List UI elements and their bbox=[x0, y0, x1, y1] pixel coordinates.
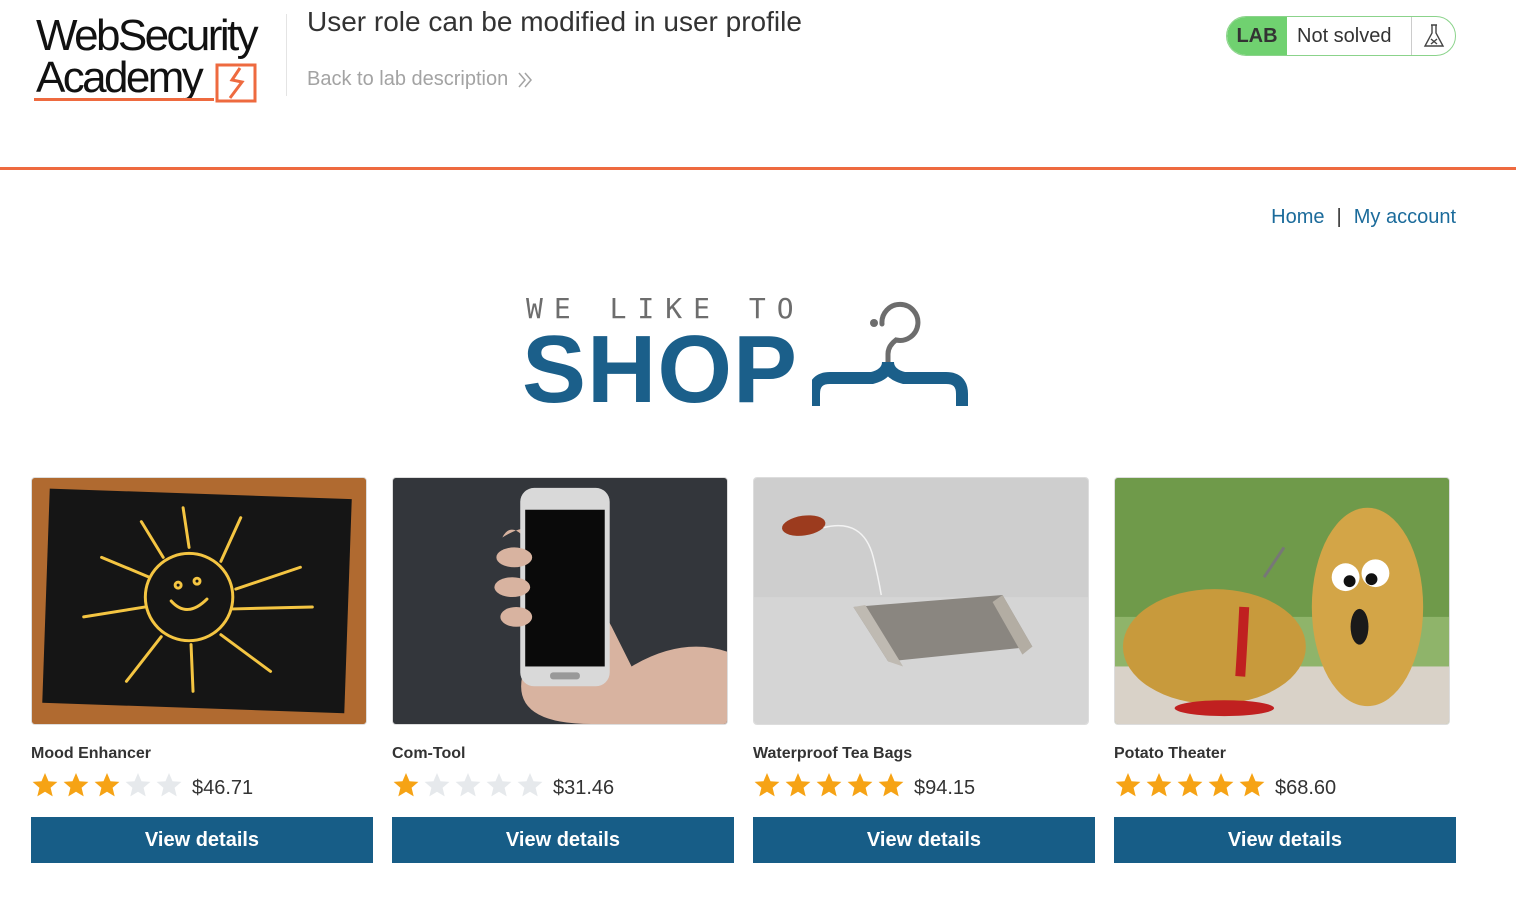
double-chevron-right-icon bbox=[518, 72, 533, 87]
sun-chalkboard-image bbox=[32, 478, 366, 724]
web-security-academy-logo[interactable]: WebSecurity Academy bbox=[32, 12, 284, 108]
star-filled-icon bbox=[878, 773, 904, 797]
potatoes-image bbox=[1115, 478, 1449, 724]
product-card: Waterproof Tea Bags $94.15 View details bbox=[753, 477, 1095, 863]
product-price: $68.60 bbox=[1275, 776, 1337, 799]
product-name: Potato Theater bbox=[1114, 745, 1227, 762]
product-card: Potato Theater $68.60 View details bbox=[1114, 477, 1456, 863]
view-details-button[interactable]: View details bbox=[753, 817, 1095, 863]
star-filled-icon bbox=[785, 773, 811, 797]
back-to-lab-description-link[interactable]: Back to lab description bbox=[307, 68, 534, 91]
product-card: Mood Enhancer $46.71 View details bbox=[31, 477, 373, 863]
star-empty-icon bbox=[517, 773, 543, 797]
tea-bag-image bbox=[754, 478, 1088, 724]
logo-underline bbox=[34, 98, 214, 101]
logo-text-line1: WebSecurity bbox=[36, 11, 259, 60]
nav-my-account-link[interactable]: My account bbox=[1354, 206, 1456, 229]
nav-separator: | bbox=[1336, 206, 1342, 228]
product-image[interactable] bbox=[392, 477, 728, 725]
nav-home-link[interactable]: Home bbox=[1271, 206, 1324, 229]
flask-icon bbox=[1411, 17, 1455, 55]
shop-banner: WE LIKE TO SHOP bbox=[522, 292, 972, 422]
lab-status-text: Not solved bbox=[1297, 24, 1392, 47]
star-filled-icon bbox=[32, 773, 58, 797]
top-navigation: Home | My account bbox=[1271, 206, 1456, 229]
lab-header: WebSecurity Academy User role can be mod… bbox=[0, 0, 1516, 170]
clothes-hanger-icon bbox=[812, 301, 968, 406]
star-filled-icon bbox=[1146, 773, 1172, 797]
star-filled-icon bbox=[1208, 773, 1234, 797]
product-rating-row: $68.60 bbox=[1114, 769, 1456, 801]
star-filled-icon bbox=[63, 773, 89, 797]
lab-badge: LAB bbox=[1227, 17, 1287, 55]
product-rating-row: $31.46 bbox=[392, 769, 734, 801]
view-details-button[interactable]: View details bbox=[31, 817, 373, 863]
star-rating bbox=[1114, 771, 1266, 799]
banner-title: SHOP bbox=[522, 316, 799, 423]
hand-phone-image bbox=[393, 478, 727, 724]
star-empty-icon bbox=[455, 773, 481, 797]
product-name: Com-Tool bbox=[392, 745, 466, 762]
product-rating-row: $46.71 bbox=[31, 769, 373, 801]
product-card: Com-Tool $31.46 View details bbox=[392, 477, 734, 863]
header-divider bbox=[286, 14, 287, 96]
logo-bolt-icon bbox=[215, 63, 257, 103]
star-rating bbox=[392, 771, 544, 799]
star-filled-icon bbox=[393, 773, 419, 797]
star-filled-icon bbox=[94, 773, 120, 797]
star-rating bbox=[31, 771, 183, 799]
product-price: $94.15 bbox=[914, 776, 976, 799]
product-price: $31.46 bbox=[553, 776, 615, 799]
product-name: Waterproof Tea Bags bbox=[753, 745, 913, 762]
view-details-button[interactable]: View details bbox=[1114, 817, 1456, 863]
star-rating bbox=[753, 771, 905, 799]
star-empty-icon bbox=[125, 773, 151, 797]
star-filled-icon bbox=[754, 773, 780, 797]
star-filled-icon bbox=[1115, 773, 1141, 797]
star-filled-icon bbox=[1177, 773, 1203, 797]
star-filled-icon bbox=[847, 773, 873, 797]
product-name: Mood Enhancer bbox=[31, 745, 152, 762]
product-image[interactable] bbox=[753, 477, 1089, 725]
star-empty-icon bbox=[486, 773, 512, 797]
star-filled-icon bbox=[1239, 773, 1265, 797]
star-empty-icon bbox=[424, 773, 450, 797]
back-link-label: Back to lab description bbox=[307, 68, 509, 90]
star-filled-icon bbox=[816, 773, 842, 797]
product-grid: Mood Enhancer $46.71 View details Com-To… bbox=[31, 477, 1457, 877]
view-details-button[interactable]: View details bbox=[392, 817, 734, 863]
logo-text-line2: Academy bbox=[36, 53, 204, 102]
lab-title: User role can be modified in user profil… bbox=[307, 6, 802, 37]
product-price: $46.71 bbox=[192, 776, 254, 799]
lab-status-widget: LAB Not solved bbox=[1226, 16, 1456, 56]
product-image[interactable] bbox=[1114, 477, 1450, 725]
star-empty-icon bbox=[156, 773, 182, 797]
product-rating-row: $94.15 bbox=[753, 769, 1095, 801]
product-image[interactable] bbox=[31, 477, 367, 725]
